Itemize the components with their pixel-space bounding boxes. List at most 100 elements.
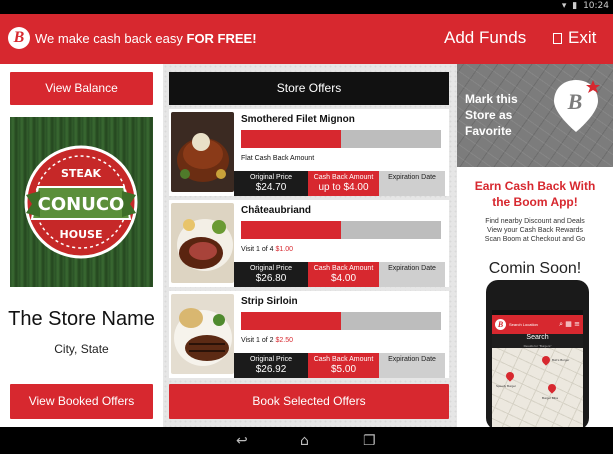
map-place-label: Burger Bliss <box>542 396 559 400</box>
phone-app-bar: B Search Location ⌕ ▦ ≡ <box>492 315 583 334</box>
qr-icon: ▦ <box>565 320 572 328</box>
phone-search-title: Search <box>526 334 549 341</box>
add-funds-button[interactable]: Add Funds <box>444 28 526 48</box>
cashback-label: Cash Back Amount <box>313 265 374 272</box>
earn-title-line: Earn Cash Back With <box>474 179 596 193</box>
offer-sub-amount: $1.00 <box>275 246 294 253</box>
exit-button[interactable]: Exit <box>553 28 596 48</box>
cashback-label: Cash Back Amount <box>313 356 374 363</box>
store-offers-header: Store Offers <box>169 72 449 105</box>
offer-card[interactable]: Smothered Filet Mignon Flat Cash Back Am… <box>169 109 449 196</box>
boom-logo-icon: B <box>8 27 30 49</box>
earn-description: Find nearby Discount and Deals View your… <box>457 217 613 244</box>
map-pin-icon <box>504 370 516 382</box>
search-icon: ⌕ <box>559 320 564 328</box>
earn-desc-line: Scan Boom at Checkout and Go <box>484 236 586 243</box>
price-value: $26.80 <box>255 273 287 284</box>
offer-progress-bar <box>241 312 441 330</box>
original-price-cell: Original Price $26.92 <box>234 353 308 378</box>
price-value: $24.70 <box>255 182 287 193</box>
offer-name: Smothered Filet Mignon <box>241 114 355 125</box>
offer-card[interactable]: Châteaubriand Visit 1 of 4 $1.00 Origina… <box>169 200 449 287</box>
logo-middle-text: CONUCO <box>38 194 125 215</box>
steakhouse-emblem: CONUCO STEAK HOUSE <box>24 145 138 259</box>
offers-panel: Store Offers Smothered Filet Mignon Flat… <box>163 64 457 427</box>
map-place-label: Bob's Burger <box>552 358 570 362</box>
phone-screen: B Search Location ⌕ ▦ ≡ Search Results f… <box>492 310 583 430</box>
back-icon[interactable]: ↩ <box>236 433 248 449</box>
offer-subtext: Flat Cash Back Amount <box>241 155 314 162</box>
store-location: City, State <box>54 342 109 356</box>
offer-subtext: Visit 1 of 4 $1.00 <box>241 246 293 253</box>
app-header: B We make cash back easy FOR FREE! Add F… <box>0 14 613 64</box>
favorite-pin-icon: B <box>554 80 600 132</box>
cashback-label: Cash Back Amount <box>313 174 374 181</box>
view-balance-button[interactable]: View Balance <box>10 72 153 105</box>
home-icon[interactable]: ⌂ <box>300 433 309 449</box>
view-booked-offers-button[interactable]: View Booked Offers <box>10 384 153 419</box>
cashback-value: up to $4.00 <box>318 182 369 193</box>
favorite-text: Mark this Store as Favorite <box>465 91 540 139</box>
tagline-regular: We make cash back easy <box>35 31 187 46</box>
store-panel: View Balance CONUCO STEAK HOUSE The Stor… <box>0 64 163 427</box>
offer-name: Strip Sirloin <box>241 296 298 307</box>
offer-sub-label: Visit 1 of 2 <box>241 337 276 344</box>
offer-subtext: Visit 1 of 2 $2.50 <box>241 337 293 344</box>
status-icons: ▾ ▮ 10:24 <box>559 1 609 11</box>
wifi-icon: ▾ <box>561 1 567 11</box>
offer-card[interactable]: Strip Sirloin Visit 1 of 2 $2.50 Origina… <box>169 291 449 378</box>
expiration-cell: Expiration Date <box>379 262 445 287</box>
cashback-value: $4.00 <box>330 273 357 284</box>
offer-progress-bar <box>241 221 441 239</box>
map-pin-icon <box>540 354 552 366</box>
exit-label: Exit <box>568 28 597 47</box>
favorite-line: Mark this <box>465 92 518 106</box>
offer-details: Original Price $26.92 Cash Back Amount $5.… <box>234 353 445 378</box>
offer-name: Châteaubriand <box>241 205 312 216</box>
expiration-cell: Expiration Date <box>379 353 445 378</box>
coming-soon-text: Comin Soon! <box>488 260 582 277</box>
map-pin-icon <box>546 382 558 394</box>
book-selected-offers-button[interactable]: Book Selected Offers <box>169 384 449 419</box>
tagline: We make cash back easy FOR FREE! <box>35 31 257 46</box>
food-photo <box>171 294 234 374</box>
boom-logo-icon: B <box>495 319 506 330</box>
earn-title-line: the Boom App! <box>492 195 578 209</box>
offer-details: Original Price $24.70 Cash Back Amount up … <box>234 171 445 196</box>
offer-sub-label: Visit 1 of 4 <box>241 246 276 253</box>
battery-icon: ▮ <box>572 1 578 11</box>
price-value: $26.92 <box>255 364 287 375</box>
price-label: Original Price <box>249 174 292 181</box>
original-price-cell: Original Price $26.80 <box>234 262 308 287</box>
favorite-line: Favorite <box>465 124 512 138</box>
logo-top-text: STEAK <box>61 167 101 180</box>
recents-icon[interactable]: ❐ <box>363 433 376 449</box>
tagline-bold: FOR FREE! <box>186 31 257 46</box>
cashback-cell: Cash Back Amount $5.00 <box>308 353 379 378</box>
phone-icons: ⌕ ▦ ≡ <box>559 320 580 329</box>
status-bar: ▾ ▮ 10:24 <box>0 0 613 14</box>
offer-progress-bar <box>241 130 441 148</box>
offer-sub-amount: $2.50 <box>275 337 294 344</box>
earn-cashback-title: Earn Cash Back With the Boom App! <box>457 178 613 210</box>
mark-favorite-button[interactable]: Mark this Store as Favorite B <box>457 64 613 167</box>
original-price-cell: Original Price $24.70 <box>234 171 308 196</box>
store-name: The Store Name <box>8 308 155 330</box>
offer-progress-fill <box>241 312 341 330</box>
offer-details: Original Price $26.80 Cash Back Amount $4.… <box>234 262 445 287</box>
price-label: Original Price <box>249 356 292 363</box>
offer-progress-fill <box>241 221 341 239</box>
store-logo: CONUCO STEAK HOUSE <box>10 117 153 287</box>
expiration-cell: Expiration Date <box>379 171 445 196</box>
food-photo <box>171 203 234 283</box>
svg-text:B: B <box>567 89 583 114</box>
expiration-label: Expiration Date <box>388 265 436 272</box>
phone-mockup: B Search Location ⌕ ▦ ≡ Search Results f… <box>486 280 589 430</box>
expiration-label: Expiration Date <box>388 356 436 363</box>
map-place-label: Speedy Burger <box>496 384 517 388</box>
cashback-value: $5.00 <box>330 364 357 375</box>
exit-icon <box>553 33 562 44</box>
offer-sub-label: Flat Cash Back Amount <box>241 155 315 162</box>
earn-desc-line: View your Cash Back Rewards <box>487 227 583 234</box>
earn-desc-line: Find nearby Discount and Deals <box>485 218 585 225</box>
